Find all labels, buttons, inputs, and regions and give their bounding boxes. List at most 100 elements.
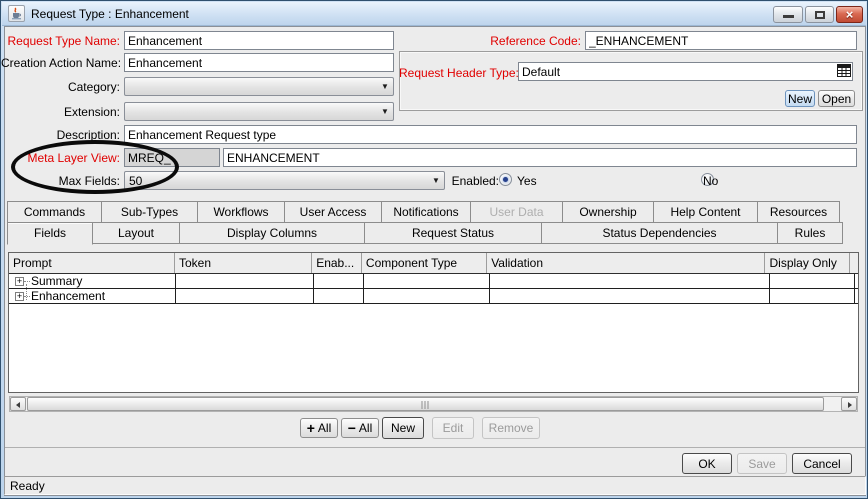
tab-row-2: Fields Layout Display Columns Request St… <box>7 222 848 245</box>
enabled-yes-radio[interactable] <box>499 173 512 186</box>
collapse-all-button[interactable]: −All <box>341 418 379 438</box>
remove-field-button: Remove <box>482 417 540 439</box>
meta-layer-view-prefix-input <box>124 148 220 167</box>
category-combobox[interactable]: ▼ <box>124 77 394 96</box>
title-bar[interactable]: Request Type : Enhancement × <box>2 2 866 26</box>
col-header-prompt[interactable]: Prompt <box>9 253 175 273</box>
tab-ownership[interactable]: Ownership <box>562 201 654 222</box>
meta-layer-view-label: Meta Layer View: <box>1 151 120 165</box>
scroll-left-button[interactable] <box>10 397 26 411</box>
cell-token <box>176 274 314 288</box>
max-fields-value: 50 <box>125 174 428 188</box>
category-label: Category: <box>1 80 120 94</box>
edit-field-button: Edit <box>432 417 474 439</box>
description-label: Description: <box>1 128 120 142</box>
request-type-dialog: Request Type : Enhancement × Request Typ… <box>0 0 868 499</box>
extension-label: Extension: <box>1 105 120 119</box>
col-header-enabled[interactable]: Enab... <box>312 253 362 273</box>
cancel-button[interactable]: Cancel <box>792 453 852 474</box>
tab-fields[interactable]: Fields <box>7 222 93 245</box>
maximize-button[interactable] <box>805 6 834 23</box>
chevron-down-icon: ▼ <box>428 176 444 185</box>
cell-enabled <box>314 274 364 288</box>
java-app-icon <box>8 5 25 22</box>
row-prompt: Summary <box>30 274 82 288</box>
tab-notifications[interactable]: Notifications <box>381 201 471 222</box>
cell-filler <box>855 274 858 288</box>
max-fields-label: Max Fields: <box>1 174 120 188</box>
expand-icon[interactable]: + <box>15 277 24 286</box>
header-type-picker-icon[interactable] <box>837 64 851 77</box>
request-type-name-input[interactable] <box>124 31 394 50</box>
save-button: Save <box>737 453 787 474</box>
tab-rules[interactable]: Rules <box>777 222 843 244</box>
table-h-scrollbar[interactable] <box>9 396 858 412</box>
row-prompt: Enhancement <box>30 289 105 303</box>
creation-action-name-input[interactable] <box>124 53 394 72</box>
minimize-button[interactable] <box>773 6 803 23</box>
cell-component-type <box>364 274 490 288</box>
enabled-no-label: No <box>703 174 718 188</box>
collapse-all-label: All <box>359 421 372 435</box>
close-button[interactable]: × <box>836 6 863 23</box>
ok-button[interactable]: OK <box>682 453 732 474</box>
meta-layer-view-input[interactable] <box>223 148 857 167</box>
tab-commands[interactable]: Commands <box>7 201 102 222</box>
tab-status-dependencies[interactable]: Status Dependencies <box>541 222 778 244</box>
fields-table: Prompt Token Enab... Component Type Vali… <box>8 252 859 393</box>
scrollbar-thumb[interactable] <box>27 397 824 411</box>
max-fields-combobox[interactable]: 50 ▼ <box>124 171 445 190</box>
expand-all-button[interactable]: +All <box>300 418 338 438</box>
close-icon: × <box>837 7 862 22</box>
reference-code-label: Reference Code: <box>441 34 581 48</box>
cell-component-type <box>364 289 490 303</box>
tab-user-data: User Data <box>470 201 563 222</box>
header-type-new-button[interactable]: New <box>785 90 815 107</box>
col-header-filler <box>850 253 858 273</box>
footer-divider <box>5 447 865 448</box>
col-header-validation[interactable]: Validation <box>487 253 765 273</box>
table-row-summary[interactable]: + Summary <box>9 274 858 289</box>
cell-validation <box>490 274 770 288</box>
tab-sub-types[interactable]: Sub-Types <box>101 201 198 222</box>
right-arrow-icon <box>848 402 852 408</box>
request-header-type-label: Request Header Type: <box>399 66 513 80</box>
request-header-type-field-wrap <box>518 62 853 81</box>
status-bar: Ready <box>4 476 866 495</box>
enabled-label: Enabled: <box>445 174 499 188</box>
expand-icon[interactable]: + <box>15 292 24 301</box>
col-header-display-only[interactable]: Display Only <box>765 253 850 273</box>
minus-icon: − <box>348 423 356 433</box>
tab-help-content[interactable]: Help Content <box>653 201 758 222</box>
request-header-type-input[interactable] <box>518 62 853 81</box>
request-type-name-label: Request Type Name: <box>1 34 120 48</box>
scrollbar-grip-icon <box>421 401 430 409</box>
cell-enabled <box>314 289 364 303</box>
new-field-button[interactable]: New <box>382 417 424 439</box>
header-type-open-button[interactable]: Open <box>818 90 855 107</box>
fields-table-header: Prompt Token Enab... Component Type Vali… <box>9 253 858 274</box>
table-row-enhancement[interactable]: + Enhancement <box>9 289 858 304</box>
tab-row-1: Commands Sub-Types Workflows User Access… <box>7 201 848 222</box>
reference-code-input[interactable] <box>585 31 857 50</box>
tab-resources[interactable]: Resources <box>757 201 840 222</box>
tab-request-status[interactable]: Request Status <box>364 222 542 244</box>
description-input[interactable] <box>124 125 857 144</box>
chevron-down-icon: ▼ <box>377 82 393 91</box>
status-text: Ready <box>10 479 45 493</box>
window-title: Request Type : Enhancement <box>31 7 189 21</box>
creation-action-name-label: Creation Action Name: <box>1 56 120 70</box>
tab-display-columns[interactable]: Display Columns <box>179 222 365 244</box>
expand-all-label: All <box>318 421 331 435</box>
tab-workflows[interactable]: Workflows <box>197 201 285 222</box>
col-header-token[interactable]: Token <box>175 253 312 273</box>
tab-layout[interactable]: Layout <box>92 222 180 244</box>
col-header-component-type[interactable]: Component Type <box>362 253 487 273</box>
extension-combobox[interactable]: ▼ <box>124 102 394 121</box>
tab-user-access[interactable]: User Access <box>284 201 382 222</box>
scroll-right-button[interactable] <box>841 397 857 411</box>
plus-icon: + <box>307 423 315 433</box>
enabled-yes-label: Yes <box>517 174 537 188</box>
cell-token <box>176 289 314 303</box>
cell-display-only <box>770 289 855 303</box>
